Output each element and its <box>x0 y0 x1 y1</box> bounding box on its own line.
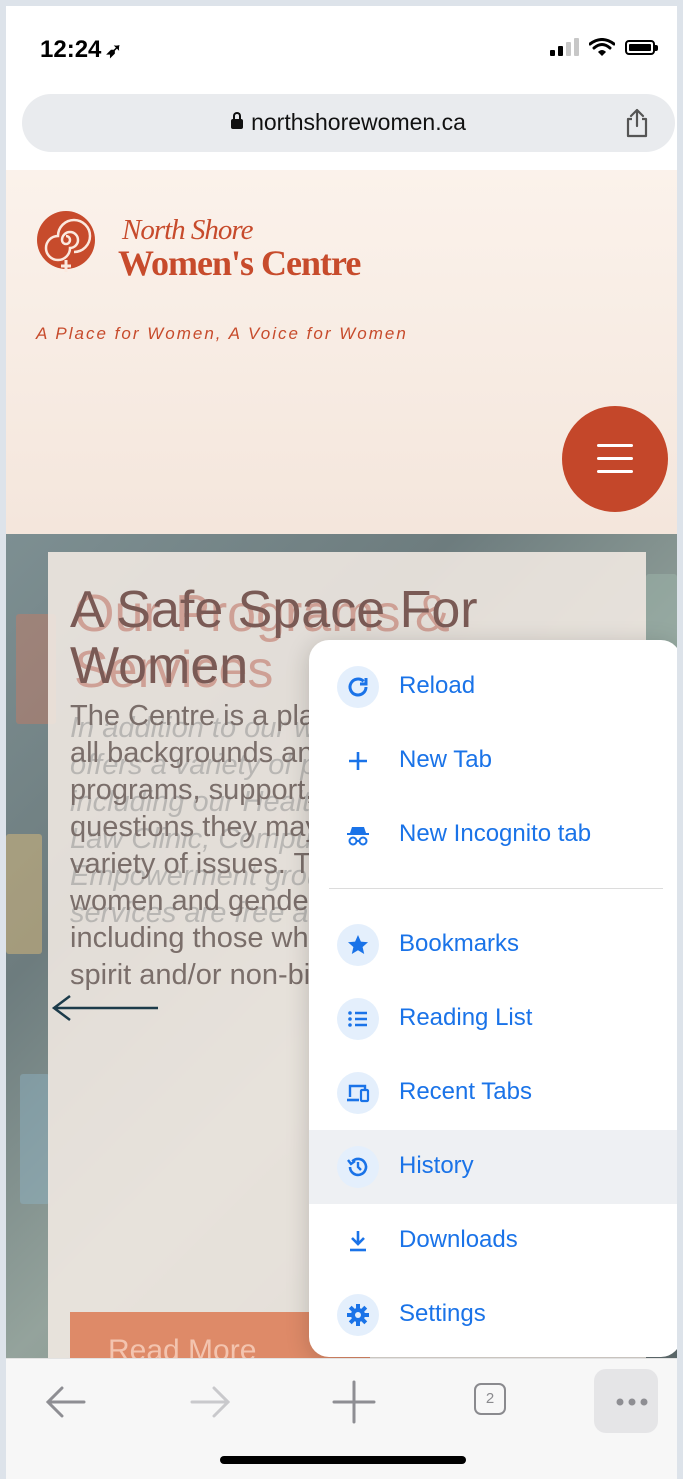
history-icon <box>337 1146 379 1188</box>
back-button[interactable] <box>28 1369 92 1433</box>
brand-name-line2[interactable]: Women's Centre <box>118 242 361 284</box>
address-bar[interactable]: northshorewomen.ca <box>22 94 675 152</box>
new-tab-button[interactable] <box>316 1369 380 1433</box>
star-icon <box>337 924 379 966</box>
forward-button[interactable] <box>172 1369 236 1433</box>
reload-icon <box>337 666 379 708</box>
arrow-right-icon <box>190 1386 231 1418</box>
site-header: North Shore Women's Centre A Place for W… <box>6 170 677 534</box>
menu-item-downloads[interactable]: Downloads <box>309 1204 677 1278</box>
battery-icon <box>625 39 658 55</box>
status-icons <box>550 38 658 56</box>
tab-switcher-button[interactable]: 2 <box>458 1369 522 1433</box>
phone-screen: 12:24 ➶ northshorewomen.ca North Shore W… <box>6 6 677 1479</box>
url-text: northshorewomen.ca <box>251 109 466 135</box>
time-text: 12:24 <box>40 36 102 63</box>
location-arrow-icon: ➶ <box>105 40 123 62</box>
menu-item-reading-list[interactable]: Reading List <box>309 982 677 1056</box>
cellular-signal-icon <box>550 38 579 56</box>
menu-item-label: New Incognito tab <box>399 820 592 847</box>
list-icon <box>337 998 379 1040</box>
plus-icon <box>332 1380 376 1424</box>
menu-divider <box>329 888 663 889</box>
arrow-left-icon <box>45 1386 86 1418</box>
swipe-back-arrow-icon <box>51 995 158 1021</box>
menu-item-new-tab[interactable]: New Tab <box>309 724 677 798</box>
more-dots-icon <box>616 1398 648 1406</box>
menu-item-new-incognito-tab[interactable]: New Incognito tab <box>309 798 677 872</box>
browser-overflow-menu: Reload New Tab New Incognito tab Bookmar… <box>309 640 677 1357</box>
share-icon[interactable] <box>623 108 651 138</box>
menu-item-label: Reload <box>399 672 476 699</box>
wifi-icon <box>589 38 615 56</box>
home-indicator[interactable] <box>220 1456 466 1464</box>
site-tagline: A Place for Women, A Voice for Women <box>36 324 408 343</box>
gear-icon <box>337 1294 379 1336</box>
menu-item-label: Recent Tabs <box>399 1078 532 1105</box>
status-time: 12:24 ➶ <box>40 36 122 64</box>
download-icon <box>337 1220 379 1262</box>
incognito-icon <box>337 814 379 856</box>
menu-item-history[interactable]: History <box>309 1130 677 1204</box>
status-bar: 12:24 ➶ <box>6 6 677 90</box>
site-menu-button[interactable] <box>562 406 668 512</box>
tab-count: 2 <box>474 1383 506 1415</box>
menu-item-label: New Tab <box>399 746 492 773</box>
devices-icon <box>337 1072 379 1114</box>
menu-item-settings[interactable]: Settings <box>309 1278 677 1352</box>
menu-item-reload[interactable]: Reload <box>309 650 677 724</box>
menu-item-label: Downloads <box>399 1226 518 1253</box>
lock-icon <box>231 112 244 129</box>
menu-item-recent-tabs[interactable]: Recent Tabs <box>309 1056 677 1130</box>
plus-icon <box>337 740 379 782</box>
logo-icon[interactable] <box>34 210 98 274</box>
menu-item-label: Settings <box>399 1300 486 1327</box>
menu-item-label: Bookmarks <box>399 930 520 957</box>
menu-item-label: Reading List <box>399 1004 533 1031</box>
menu-item-label: History <box>399 1152 474 1179</box>
more-menu-button[interactable] <box>594 1369 658 1433</box>
menu-item-bookmarks[interactable]: Bookmarks <box>309 908 677 982</box>
url-display[interactable]: northshorewomen.ca <box>22 109 675 136</box>
